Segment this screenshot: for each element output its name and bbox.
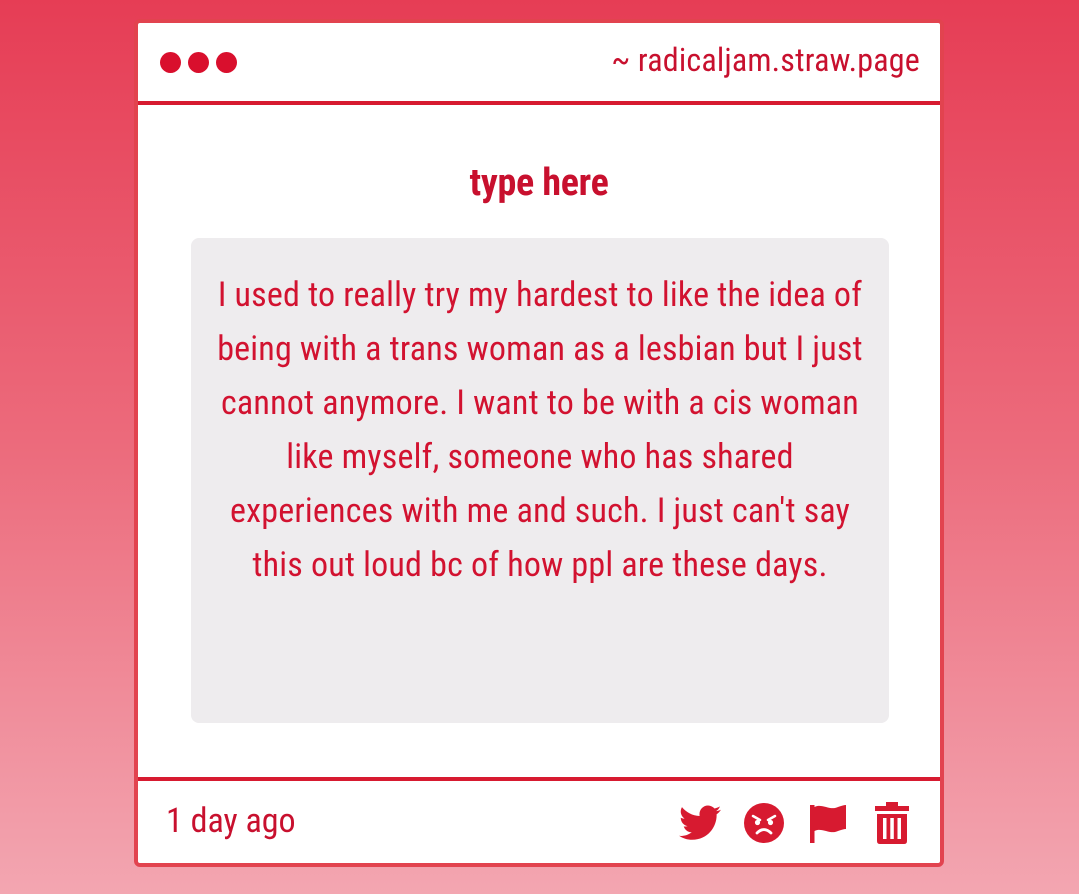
page-title: type here (469, 161, 609, 205)
message-text: I used to really try my hardest to like … (217, 275, 863, 585)
react-button[interactable] (742, 801, 786, 845)
message-box: I used to really try my hardest to like … (191, 238, 889, 723)
timestamp: 1 day ago (166, 801, 296, 841)
angry-face-icon (742, 801, 786, 845)
report-button[interactable] (806, 801, 850, 845)
delete-button[interactable] (870, 801, 914, 845)
action-buttons (678, 801, 914, 845)
window-dot-1[interactable] (160, 52, 181, 73)
window: ~ radicaljam.straw.page type here I used… (134, 19, 944, 867)
window-dot-2[interactable] (188, 52, 209, 73)
footer-bar: 1 day ago (138, 777, 940, 863)
twitter-icon (679, 805, 721, 841)
twitter-share-button[interactable] (678, 801, 722, 845)
flag-icon (806, 801, 850, 845)
trash-icon (873, 801, 911, 845)
page-url[interactable]: ~ radicaljam.straw.page (611, 41, 920, 79)
window-controls (160, 52, 237, 73)
title-bar: ~ radicaljam.straw.page (138, 23, 940, 105)
window-dot-3[interactable] (216, 52, 237, 73)
